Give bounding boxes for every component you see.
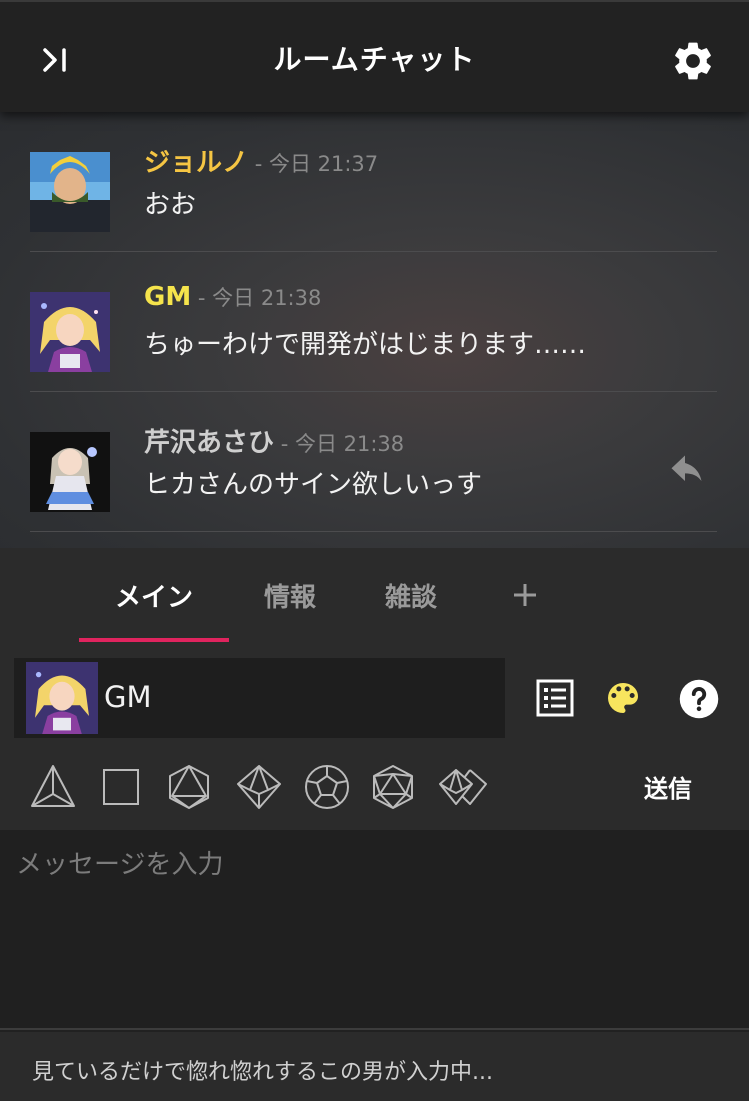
gear-icon: [675, 42, 711, 80]
message-text: ちゅーわけで開発がはじまります……: [144, 330, 587, 360]
message-time: - 今日 21:38: [280, 432, 405, 456]
d4-button[interactable]: [28, 762, 78, 812]
message-item: ジョルノ - 今日 21:37 おお: [30, 112, 717, 252]
tab-main[interactable]: メイン: [79, 548, 229, 642]
d10-button[interactable]: [234, 762, 284, 812]
tab-label: 雑談: [384, 582, 437, 613]
d12-button[interactable]: [302, 762, 352, 812]
palette-icon: [608, 683, 638, 713]
message-meta: GM - 今日 21:38: [144, 282, 321, 312]
message-text: おお: [144, 190, 197, 220]
avatar: [26, 660, 98, 736]
message-meta: ジョルノ - 今日 21:37: [144, 142, 378, 179]
avatar[interactable]: [30, 152, 110, 232]
compose-panel: GM 送信: [0, 642, 749, 830]
d20-icon: [373, 765, 413, 809]
typing-indicator-text: 見ているだけで惚れ惚れするこの男が入力中...: [32, 1060, 493, 1085]
send-button[interactable]: 送信: [632, 764, 704, 808]
message-time: - 今日 21:38: [197, 286, 322, 310]
d4-icon: [31, 765, 75, 807]
message-list[interactable]: ジョルノ - 今日 21:37 おお GM - 今日 21:38 ちゅーわけで開…: [0, 112, 749, 548]
avatar[interactable]: [30, 292, 110, 372]
d100-icon: [439, 769, 487, 805]
message-author: 芹沢あさひ: [144, 428, 275, 458]
avatar-image: [30, 152, 110, 232]
message-meta: 芹沢あさひ - 今日 21:38: [144, 422, 404, 459]
d8-icon: [169, 765, 209, 809]
d20-button[interactable]: [368, 762, 418, 812]
d12-icon: [305, 765, 349, 809]
message-time: - 今日 21:37: [254, 152, 379, 176]
d6-icon: [103, 769, 139, 805]
message-text: ヒカさんのサイン欲しいっす: [144, 470, 483, 500]
app-bar: ルームチャット: [0, 0, 749, 112]
avatar-image: [30, 432, 110, 512]
d8-button[interactable]: [164, 762, 214, 812]
message-item: GM - 今日 21:38 ちゅーわけで開発がはじまります……: [30, 252, 717, 392]
list-icon: [536, 679, 574, 717]
character-name: GM: [104, 680, 152, 714]
message-author: ジョルノ: [144, 148, 249, 178]
reply-button[interactable]: [670, 454, 706, 484]
message-input-placeholder: メッセージを入力: [16, 850, 224, 880]
avatar[interactable]: [30, 432, 110, 512]
tab-chat[interactable]: 雑談: [351, 548, 471, 642]
d100-button[interactable]: [436, 762, 490, 812]
d6-button[interactable]: [96, 762, 146, 812]
add-tab-button[interactable]: [505, 570, 545, 620]
tab-label: 情報: [263, 582, 316, 613]
reply-icon: [671, 455, 702, 481]
d10-icon: [237, 765, 281, 809]
message-author: GM: [144, 282, 192, 312]
message-input[interactable]: メッセージを入力: [0, 830, 749, 1030]
avatar-image: [30, 292, 110, 372]
help-icon: [679, 679, 719, 719]
tab-info[interactable]: 情報: [229, 548, 351, 642]
settings-button[interactable]: [670, 38, 716, 84]
list-button[interactable]: [535, 678, 575, 718]
page-title: ルームチャット: [273, 43, 476, 76]
character-selector[interactable]: GM: [14, 658, 505, 738]
tab-label: メイン: [114, 582, 193, 613]
help-button[interactable]: [678, 678, 719, 719]
plus-icon: [514, 584, 536, 606]
avatar-image: [26, 662, 98, 734]
typing-status-bar: 見ているだけで惚れ惚れするこの男が入力中...: [0, 1032, 749, 1101]
message-item: 芹沢あさひ - 今日 21:38 ヒカさんのサイン欲しいっす: [30, 392, 717, 532]
color-palette-button[interactable]: [603, 678, 643, 718]
channel-tabs: メイン 情報 雑談: [0, 548, 749, 642]
